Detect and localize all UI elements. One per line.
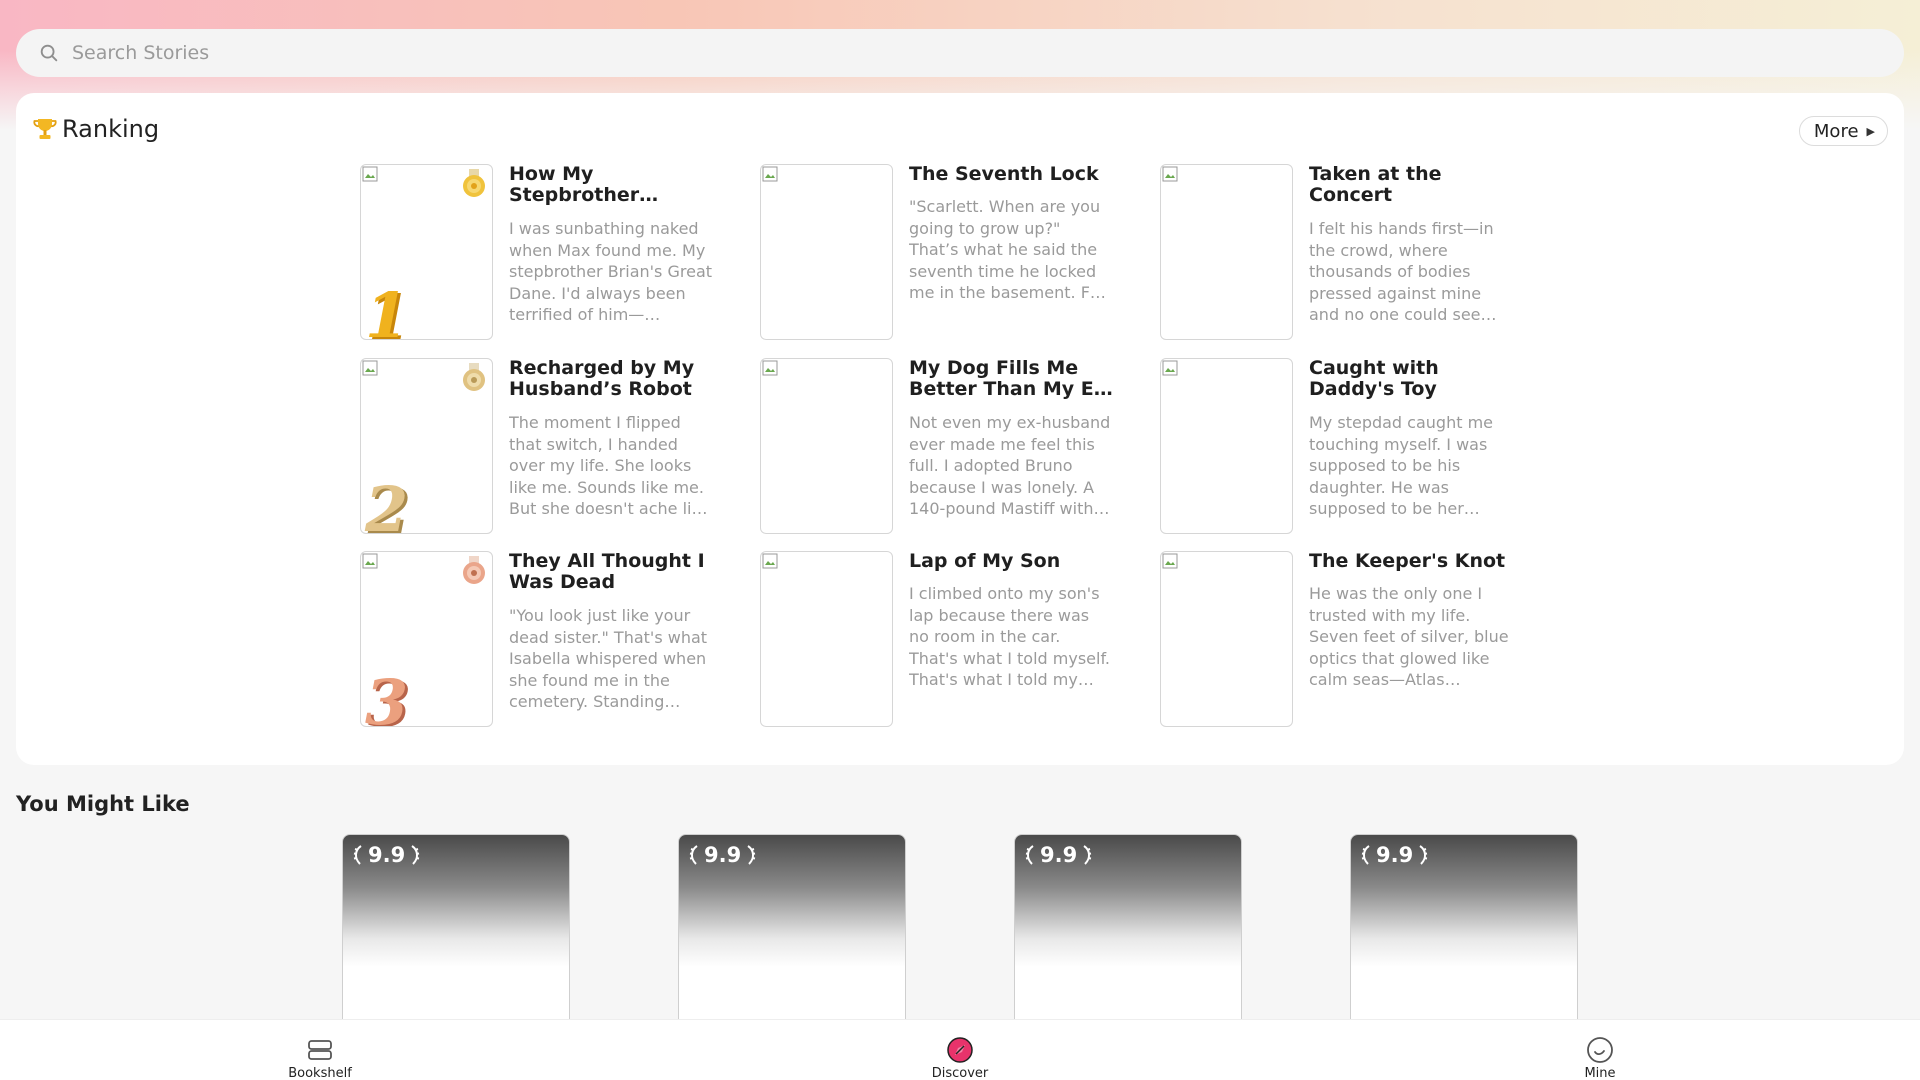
search-icon: [40, 44, 58, 62]
you-might-like-title: You Might Like: [16, 792, 190, 816]
bronze-medal-icon: [463, 556, 485, 584]
laurel-left-icon: [689, 845, 698, 865]
broken-image-icon: [1162, 360, 1178, 376]
silver-medal-icon: [463, 363, 485, 391]
rating-value: 9.9: [1040, 843, 1078, 867]
ranking-item[interactable]: The Seventh Lock "Scarlett. When are you…: [760, 164, 1130, 340]
laurel-left-icon: [1025, 845, 1034, 865]
broken-image-icon: [362, 360, 378, 376]
broken-image-icon: [1162, 553, 1178, 569]
ranking-item[interactable]: Lap of My Son I climbed onto my son's la…: [760, 551, 1130, 727]
nav-discover[interactable]: Discover: [900, 1036, 1020, 1080]
ranking-item[interactable]: 3 They All Thought I Was Dead "You look …: [360, 551, 730, 727]
rating-value: 9.9: [368, 843, 406, 867]
ranking-item[interactable]: My Dog Fills Me Better Than My E… Not ev…: [760, 358, 1130, 534]
book-title[interactable]: My Dog Fills Me Better Than My E…: [909, 358, 1114, 400]
book-description: I was sunbathing naked when Max found me…: [509, 219, 713, 324]
discover-icon: [947, 1037, 973, 1063]
nav-mine[interactable]: Mine: [1540, 1036, 1660, 1080]
laurel-right-icon: [411, 845, 420, 865]
search-input[interactable]: [72, 42, 1772, 64]
book-description: He was the only one I trusted with my li…: [1309, 584, 1509, 689]
book-cover[interactable]: [1160, 164, 1293, 340]
book-title[interactable]: They All Thought I Was Dead: [509, 551, 714, 593]
laurel-left-icon: [1361, 845, 1370, 865]
book-cover[interactable]: [1160, 358, 1293, 534]
recommendation-card[interactable]: 9.9: [342, 834, 570, 1024]
recommendation-card[interactable]: 9.9: [1014, 834, 1242, 1024]
book-description: "Scarlett. When are you going to grow up…: [909, 197, 1106, 302]
broken-image-icon: [1162, 166, 1178, 182]
rating-value: 9.9: [704, 843, 742, 867]
laurel-right-icon: [1419, 845, 1428, 865]
trophy-icon: [33, 119, 57, 139]
broken-image-icon: [362, 166, 378, 182]
ranking-item[interactable]: 2 Recharged by My Husband’s Robot The mo…: [360, 358, 730, 534]
rating-value: 9.9: [1376, 843, 1414, 867]
broken-image-icon: [762, 166, 778, 182]
more-button[interactable]: More ▶: [1798, 116, 1888, 146]
book-description: Not even my ex-husband ever made me feel…: [909, 413, 1111, 518]
ranking-title: Ranking: [62, 115, 160, 143]
ranking-header: Ranking: [32, 115, 159, 143]
book-cover[interactable]: [760, 551, 893, 727]
book-cover[interactable]: [1160, 551, 1293, 727]
book-description: I felt his hands first—in the crowd, whe…: [1309, 219, 1497, 324]
bottom-nav: Bookshelf Discover Mine: [0, 1019, 1920, 1080]
laurel-right-icon: [1083, 845, 1092, 865]
rating-badge: 9.9: [1023, 843, 1094, 867]
book-cover[interactable]: [760, 164, 893, 340]
caret-right-icon: ▶: [1866, 124, 1875, 138]
book-title[interactable]: The Keeper's Knot: [1309, 551, 1514, 572]
book-cover[interactable]: 2: [360, 358, 493, 534]
rating-badge: 9.9: [687, 843, 758, 867]
book-cover[interactable]: [760, 358, 893, 534]
book-title[interactable]: Caught with Daddy's Toy: [1309, 358, 1514, 400]
recommendation-card[interactable]: 9.9: [1350, 834, 1578, 1024]
more-label: More: [1813, 120, 1859, 142]
book-cover[interactable]: 3: [360, 551, 493, 727]
rank-number: 3: [365, 666, 409, 727]
book-description: The moment I flipped that switch, I hand…: [509, 413, 708, 518]
ranking-item[interactable]: 1 How My Stepbrother… I was sunbathing n…: [360, 164, 730, 340]
ranking-item[interactable]: The Keeper's Knot He was the only one I …: [1160, 551, 1530, 727]
bookshelf-icon: [308, 1040, 332, 1060]
laurel-left-icon: [353, 845, 362, 865]
rating-badge: 9.9: [351, 843, 422, 867]
book-title[interactable]: Taken at the Concert: [1309, 164, 1514, 206]
rank-number: 1: [365, 279, 409, 340]
nav-bookshelf[interactable]: Bookshelf: [260, 1036, 380, 1080]
rating-badge: 9.9: [1359, 843, 1430, 867]
ranking-section: Ranking More ▶ 1 How My Stepbrother… I w…: [16, 93, 1904, 765]
nav-label: Bookshelf: [288, 1066, 352, 1080]
nav-label: Discover: [931, 1066, 989, 1080]
book-description: I climbed onto my son's lap because ther…: [909, 584, 1110, 689]
ranking-item[interactable]: Taken at the Concert I felt his hands fi…: [1160, 164, 1530, 340]
broken-image-icon: [762, 360, 778, 376]
search-bar[interactable]: [16, 29, 1904, 77]
book-description: "You look just like your dead sister." T…: [509, 606, 708, 711]
ranking-item[interactable]: Caught with Daddy's Toy My stepdad caugh…: [1160, 358, 1530, 534]
book-description: My stepdad caught me touching myself. I …: [1309, 413, 1493, 518]
broken-image-icon: [362, 553, 378, 569]
book-cover[interactable]: 1: [360, 164, 493, 340]
book-title[interactable]: The Seventh Lock: [909, 164, 1114, 185]
book-title[interactable]: Recharged by My Husband’s Robot: [509, 358, 714, 400]
gold-medal-icon: [463, 169, 485, 197]
laurel-right-icon: [747, 845, 756, 865]
recommendation-card[interactable]: 9.9: [678, 834, 906, 1024]
nav-label: Mine: [1584, 1066, 1616, 1080]
book-title[interactable]: How My Stepbrother…: [509, 164, 714, 206]
rank-number: 2: [365, 473, 409, 534]
broken-image-icon: [762, 553, 778, 569]
mine-icon: [1587, 1037, 1613, 1063]
book-title[interactable]: Lap of My Son: [909, 551, 1114, 572]
